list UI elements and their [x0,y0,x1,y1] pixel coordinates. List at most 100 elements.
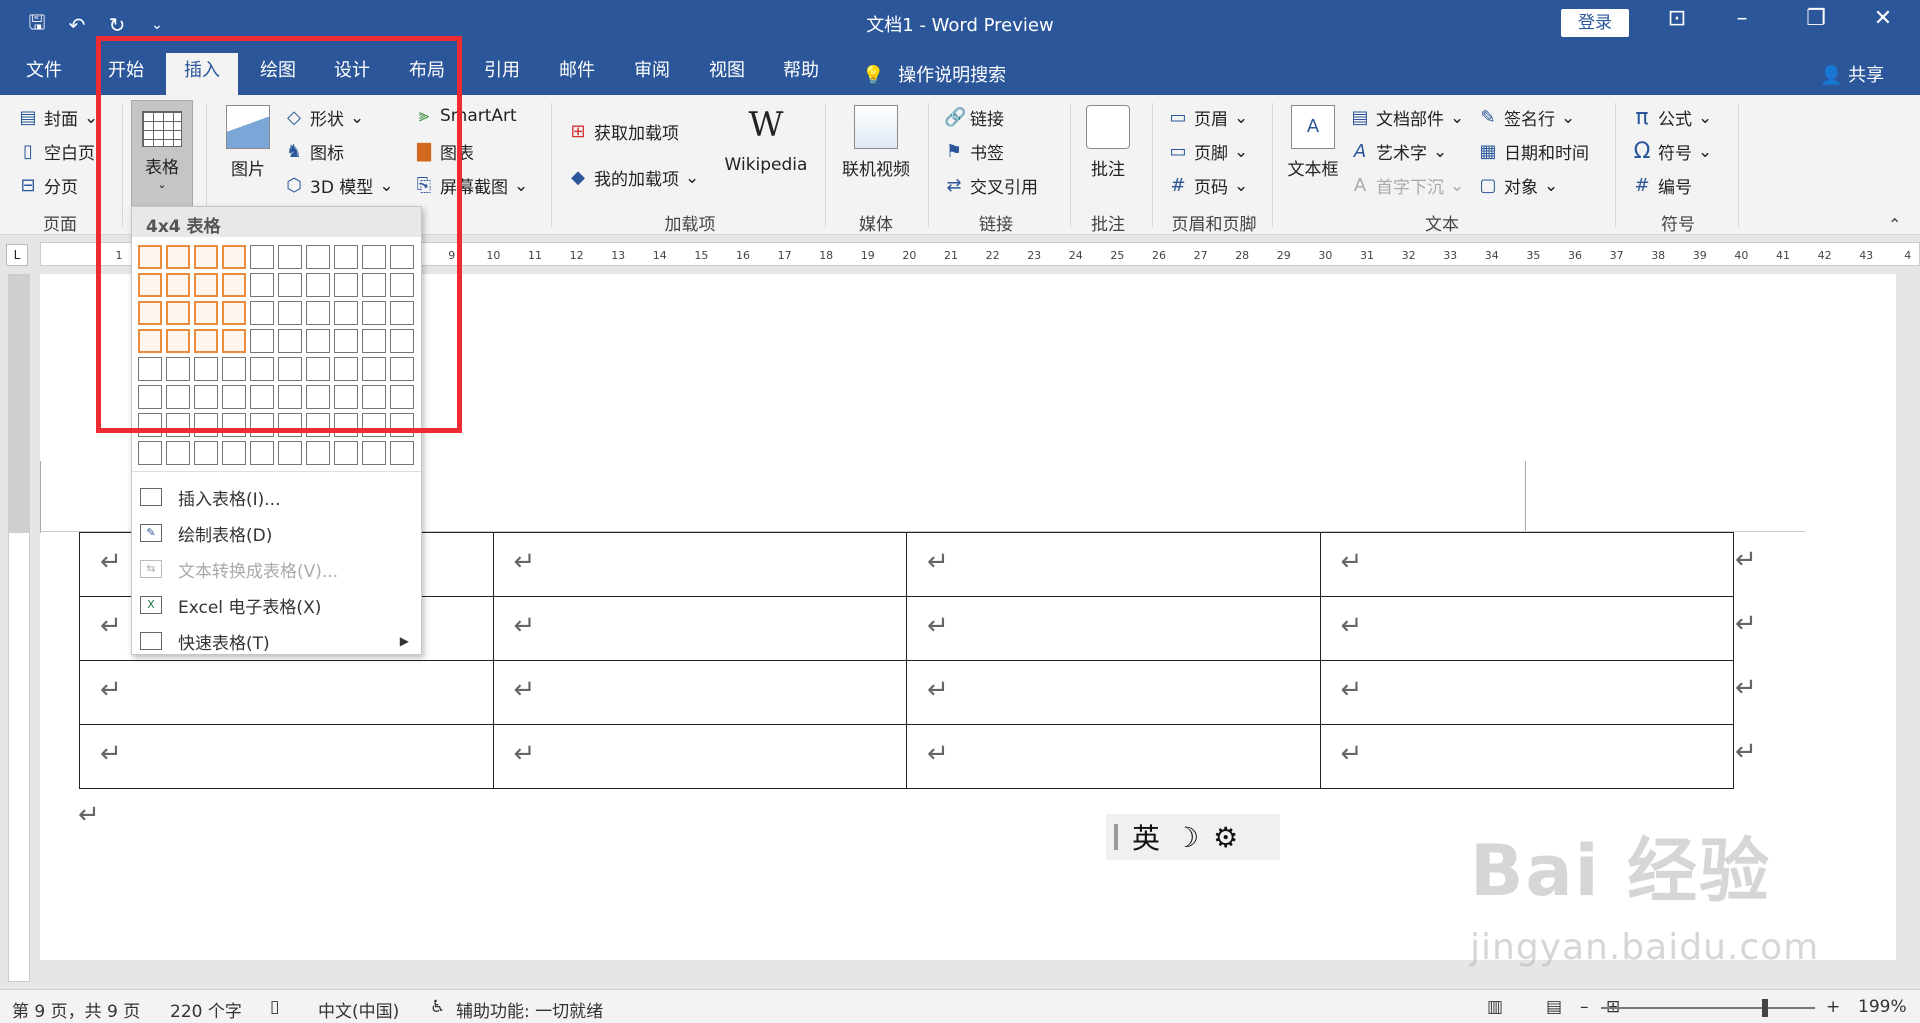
table-cell[interactable]: ↵ [492,532,907,597]
ribbon-display-icon[interactable]: ⊡ [1657,6,1697,31]
table-row: ↵ ↵ ↵ ↵ [79,724,1734,789]
tell-me-search[interactable]: 💡 操作说明搜索 [862,61,1006,87]
insert-table-item[interactable]: 插入表格(I)... [132,480,421,514]
comment-button[interactable]: 批注 [1084,105,1132,180]
table-grid-cell[interactable] [250,441,274,465]
table-grid-cell[interactable] [222,441,246,465]
table-cell[interactable]: ↵ [1319,596,1734,661]
table-cell[interactable]: ↵ [906,724,1321,789]
wordart-button[interactable]: A 艺术字 ⌄ [1350,139,1447,164]
zoom-slider[interactable] [1601,1007,1815,1009]
bookmark-button[interactable]: ⚑ 书签 [944,139,1004,164]
ime-toolbar[interactable]: 英 ☽ ⚙ [1106,814,1280,860]
table-grid-cell[interactable] [362,441,386,465]
table-cell[interactable]: ↵ [79,724,494,789]
word-count[interactable]: 220 个字 [170,997,242,1022]
collapse-ribbon-icon[interactable]: ⌃ [1888,215,1901,234]
accessibility-status[interactable]: 辅助功能: 一切就绪 [456,997,603,1022]
table-cell[interactable]: ↵ [492,724,907,789]
table-cell[interactable]: ↵ [1319,724,1734,789]
moon-icon[interactable]: ☽ [1174,821,1199,854]
quick-parts-button[interactable]: ▤ 文档部件 ⌄ [1350,105,1464,130]
equation-button[interactable]: π 公式 ⌄ [1632,105,1712,130]
header-button[interactable]: ▭ 页眉 ⌄ [1168,105,1248,130]
status-bar: 第 9 页，共 9 页 220 个字 ▯ 中文(中国) ♿ 辅助功能: 一切就绪… [0,989,1920,1023]
get-addins-button[interactable]: ⊞ 获取加载项 [568,119,679,144]
store-icon: ⊞ [570,121,586,142]
tab-review[interactable]: 审阅 [626,57,678,95]
ruler-number: 33 [1443,249,1458,262]
table-grid-cell[interactable] [306,441,330,465]
table-grid-cell[interactable] [138,441,162,465]
tab-view[interactable]: 视图 [701,57,753,95]
table-cell[interactable]: ↵ [79,660,494,725]
draw-table-item[interactable]: ✎ 绘制表格(D) [132,516,421,550]
ruler-number: 20 [902,249,917,262]
object-button[interactable]: ▢ 对象 ⌄ [1478,173,1558,198]
ribbon-separator [928,103,929,227]
cover-page-button[interactable]: ▤ 封面 ⌄ [18,105,98,130]
tab-mailings[interactable]: 邮件 [551,57,603,95]
grip-handle[interactable] [1114,824,1118,850]
tab-help[interactable]: 帮助 [775,57,827,95]
restore-icon[interactable]: ❐ [1796,6,1836,31]
signature-line-button[interactable]: ✎ 签名行 ⌄ [1478,105,1575,130]
minimize-icon[interactable]: – [1722,6,1762,31]
table-cell[interactable]: ↵ [1319,660,1734,725]
my-addins-button[interactable]: ◆ 我的加载项 ⌄ [568,165,699,190]
zoom-slider-thumb[interactable] [1762,999,1768,1017]
read-mode-icon[interactable]: ▥ [1487,997,1503,1017]
ruler-number: 32 [1401,249,1416,262]
print-layout-icon[interactable]: ▤ [1546,997,1562,1017]
drop-cap-button: A 首字下沉 ⌄ [1350,173,1464,198]
highlight-box [96,36,462,433]
zoom-level[interactable]: 199% [1858,997,1907,1017]
ribbon-separator [1738,103,1739,227]
symbol-button[interactable]: Ω 符号 ⌄ [1632,139,1713,164]
link-icon: 🔗 [944,107,967,128]
gear-icon[interactable]: ⚙ [1213,821,1238,854]
proofing-icon[interactable]: ▯ [270,997,279,1017]
table-cell[interactable]: ↵ [906,660,1321,725]
table-grid-cell[interactable] [166,441,190,465]
online-video-button[interactable]: 联机视频 [836,105,916,180]
date-time-button[interactable]: ▦ 日期和时间 [1478,139,1589,164]
page-break-button[interactable]: ⊟ 分页 [18,173,78,198]
tab-references[interactable]: 引用 [476,57,528,95]
table-cell[interactable]: ↵ [492,596,907,661]
login-button[interactable]: 登录 [1561,9,1629,37]
table-grid-cell[interactable] [334,441,358,465]
table-grid-cell[interactable] [278,441,302,465]
table-grid-cell[interactable] [194,441,218,465]
zoom-in-icon[interactable]: + [1826,997,1840,1017]
close-icon[interactable]: ✕ [1863,6,1903,31]
ribbon-separator [825,103,826,227]
page-count[interactable]: 第 9 页，共 9 页 [12,997,140,1022]
link-button[interactable]: 🔗 链接 [944,105,1004,130]
cross-reference-button[interactable]: ⇄ 交叉引用 [944,173,1038,198]
ime-language-toggle[interactable]: 英 [1132,817,1160,857]
table-grid-cell[interactable] [390,441,414,465]
textbox-button[interactable]: A 文本框 [1280,105,1346,180]
zoom-out-icon[interactable]: – [1580,997,1589,1017]
blank-page-icon: ▯ [23,141,33,162]
footer-button[interactable]: ▭ 页脚 ⌄ [1168,139,1248,164]
table-cell[interactable]: ↵ [906,532,1321,597]
blank-page-button[interactable]: ▯ 空白页 [18,139,95,164]
bookmark-icon: ⚑ [945,141,963,162]
table-cell[interactable]: ↵ [1319,532,1734,597]
quick-tables-item[interactable]: 快速表格(T) ▶ [132,624,421,658]
numbering-button[interactable]: # 编号 [1632,173,1692,198]
accessibility-icon: ♿ [430,997,446,1017]
table-cell[interactable]: ↵ [906,596,1321,661]
number-icon: # [1634,175,1650,196]
table-cell[interactable]: ↵ [492,660,907,725]
share-button[interactable]: 👤 共享 [1820,61,1884,87]
tab-selector[interactable]: L [6,244,28,266]
tab-file[interactable]: 文件 [20,57,68,95]
language-indicator[interactable]: 中文(中国) [318,997,399,1022]
page-number-button[interactable]: # 页码 ⌄ [1168,173,1248,198]
vertical-ruler[interactable] [8,274,30,982]
excel-spreadsheet-item[interactable]: X Excel 电子表格(X) [132,588,421,622]
wikipedia-button[interactable]: W Wikipedia [718,105,814,175]
